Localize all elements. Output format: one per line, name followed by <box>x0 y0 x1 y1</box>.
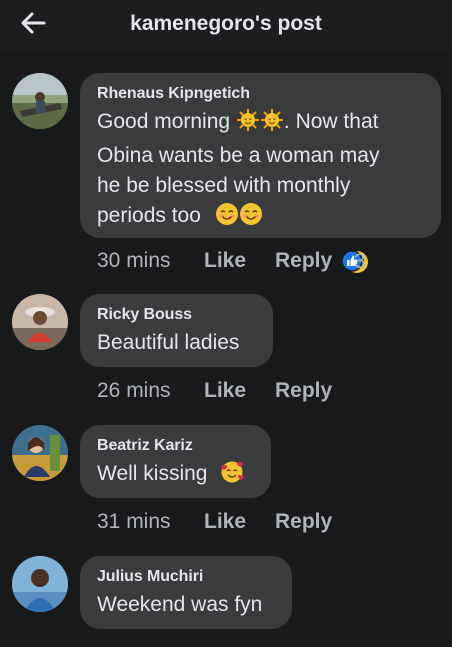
comment-actions: 30 mins Like Reply 3 <box>97 249 437 279</box>
comment-author[interactable]: Julius Muchiri <box>97 568 274 586</box>
comment-timestamp: 30 mins <box>97 249 171 272</box>
comment-bubble[interactable]: Ricky Bouss Beautiful ladies <box>80 294 273 367</box>
post-header: kamenegoro's post <box>0 0 452 52</box>
avatar[interactable] <box>12 556 68 612</box>
avatar[interactable] <box>12 294 68 350</box>
comment-bubble[interactable]: Rhenaus Kipngetich Good morning . Now th… <box>80 73 441 238</box>
smiling-emoji-icon <box>239 202 263 235</box>
comment-bubble[interactable]: Julius Muchiri Weekend was fyn <box>80 556 292 629</box>
comment-text: Good morning . Now that Obina wants be a… <box>97 107 423 235</box>
comment-text-line: . Now that <box>283 110 379 133</box>
avatar[interactable] <box>12 73 68 129</box>
avatar[interactable] <box>12 425 68 481</box>
sun-emoji-icon <box>236 108 260 141</box>
comment-actions: 26 mins Like Reply <box>97 379 357 409</box>
comment-text: Well kissing <box>97 459 253 493</box>
comment-text-line: Well kissing <box>97 462 208 485</box>
comment-text: Weekend was fyn <box>97 593 263 616</box>
reply-button[interactable]: Reply <box>275 249 332 273</box>
page-title: kamenegoro's post <box>130 12 322 35</box>
reply-button[interactable]: Reply <box>275 379 332 403</box>
comment-text-line: Obina wants be a woman may <box>97 144 380 167</box>
comment-author[interactable]: Ricky Bouss <box>97 306 255 324</box>
comment-text-line: he be blessed with monthly <box>97 174 351 197</box>
comment-author[interactable]: Beatriz Kariz <box>97 437 253 455</box>
like-button[interactable]: Like <box>204 249 246 273</box>
reply-button[interactable]: Reply <box>275 510 332 534</box>
comment-bubble[interactable]: Beatriz Kariz Well kissing <box>80 425 271 498</box>
like-button[interactable]: Like <box>204 379 246 403</box>
comment-actions: 31 mins Like Reply <box>97 510 357 540</box>
sun-emoji-icon <box>260 108 284 141</box>
smiling-emoji-icon <box>215 202 239 235</box>
comment-text-line: periods too <box>97 204 201 227</box>
comment-timestamp: 31 mins <box>97 510 171 533</box>
comment-text-line: Good morning <box>97 110 231 133</box>
reaction-count: 3 <box>354 250 366 273</box>
comment-text: Beautiful ladies <box>97 331 240 354</box>
comment-timestamp: 26 mins <box>97 379 171 402</box>
like-button[interactable]: Like <box>204 510 246 534</box>
smiling-face-with-hearts-icon <box>219 460 245 493</box>
comment-author[interactable]: Rhenaus Kipngetich <box>97 85 423 103</box>
